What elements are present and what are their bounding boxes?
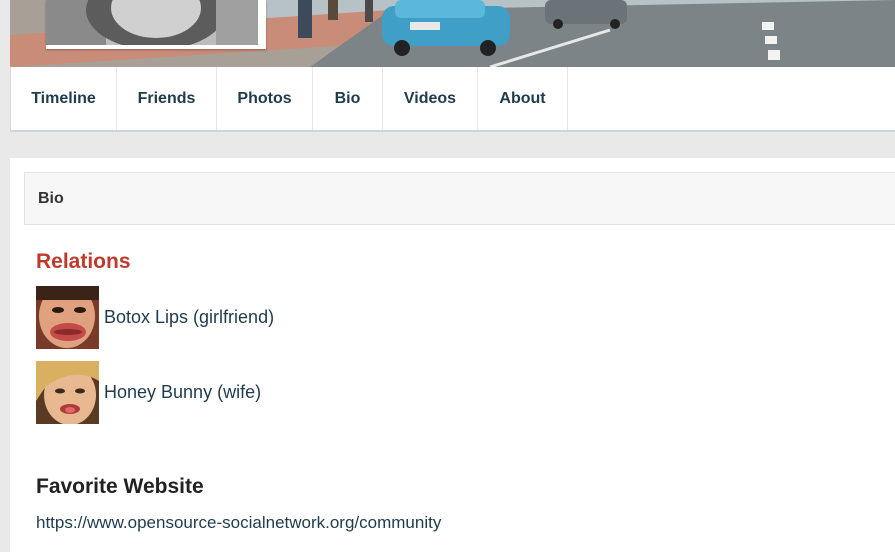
- tab-timeline[interactable]: Timeline: [11, 67, 117, 130]
- tab-bio[interactable]: Bio: [313, 67, 383, 130]
- tab-photos[interactable]: Photos: [217, 67, 313, 130]
- tab-friends[interactable]: Friends: [117, 67, 217, 130]
- favorite-website-heading: Favorite Website: [36, 475, 204, 498]
- avatar-photo-icon: [36, 286, 99, 349]
- relation-avatar[interactable]: [36, 361, 99, 424]
- bio-content-panel: Bio Relations Botox Lips (girlfriend) Ho…: [10, 158, 895, 552]
- tab-videos[interactable]: Videos: [383, 67, 478, 130]
- relation-avatar[interactable]: [36, 286, 99, 349]
- panel-header-bio: Bio: [24, 172, 895, 225]
- profile-photo-frame[interactable]: [46, 0, 266, 49]
- cover-photo: [10, 0, 895, 67]
- relations-heading: Relations: [36, 250, 131, 273]
- profile-tab-bar: Timeline Friends Photos Bio Videos About: [10, 67, 895, 132]
- avatar-photo-icon: [36, 361, 99, 424]
- relation-item: Botox Lips (girlfriend): [36, 286, 274, 349]
- favorite-website-link[interactable]: https://www.opensource-socialnetwork.org…: [36, 513, 441, 533]
- relation-item: Honey Bunny (wife): [36, 361, 261, 424]
- relation-name-link[interactable]: Botox Lips (girlfriend): [104, 307, 274, 328]
- tab-about[interactable]: About: [478, 67, 568, 130]
- panel-header-title: Bio: [38, 189, 64, 207]
- relation-name-link[interactable]: Honey Bunny (wife): [104, 382, 261, 403]
- profile-photo: [46, 0, 258, 45]
